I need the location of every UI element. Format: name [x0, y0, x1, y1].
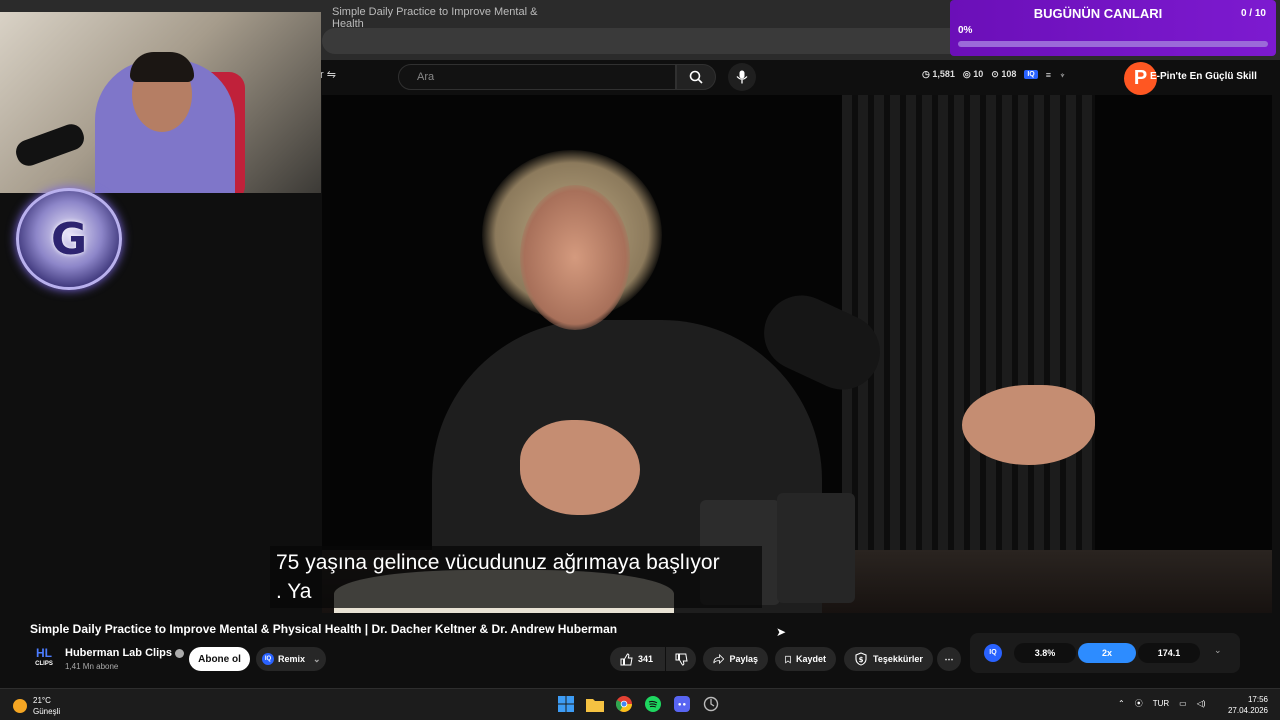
dislike-button[interactable]	[666, 647, 696, 671]
caption-line: 75 yaşına gelince vücudunuz ağrımaya baş…	[276, 551, 720, 574]
chevron-down-icon: ⌄	[313, 653, 321, 664]
thanks-icon: $	[855, 652, 867, 666]
windows-icon[interactable]	[556, 694, 576, 714]
goal-title: BUGÜNÜN CANLARI	[1033, 6, 1163, 21]
search-button[interactable]	[676, 64, 716, 90]
chevron-up-icon[interactable]: ⌃	[1118, 699, 1125, 708]
taskbar-apps	[556, 694, 721, 714]
clock-stat: ◷ 1,581	[922, 69, 955, 79]
iq-value-3[interactable]: 174.1	[1138, 643, 1200, 663]
mic-icon	[736, 70, 748, 84]
share-label: Paylaş	[729, 654, 758, 664]
captions: 75 yaşına gelince vücudunuz ağrımaya baş…	[270, 546, 762, 608]
weather-description: Güneşli	[33, 707, 61, 716]
ticker-text: E-Pin'te En Güçlü Skill	[1150, 71, 1257, 82]
time: 17:56	[1247, 695, 1268, 704]
goal-progress-bar	[958, 41, 1268, 47]
like-button[interactable]: 341	[610, 647, 665, 671]
discord-icon[interactable]	[672, 694, 692, 714]
channel-logo-sub: CLIPS	[35, 661, 53, 667]
volume-icon[interactable]: ◁)	[1197, 699, 1206, 708]
remix-button[interactable]: IQ Remix ⌄	[256, 647, 326, 671]
caption-line: . Ya	[276, 580, 312, 603]
system-tray: ⌃ ⦿ TUR ▭ ◁)	[1118, 698, 1206, 709]
bookmark-icon	[785, 655, 791, 664]
voice-search-button[interactable]	[728, 63, 756, 91]
iq-panel: IQ 3.8% 2x 174.1 ⌄	[970, 633, 1240, 673]
save-button[interactable]: Kaydet	[775, 647, 836, 671]
spotify-icon[interactable]	[643, 694, 663, 714]
monitor-icon[interactable]: ▭	[1179, 699, 1187, 708]
chevron-down-icon[interactable]: ⌄	[1214, 645, 1222, 656]
count-stat: ⊙ 108	[991, 69, 1017, 79]
video-title: Simple Daily Practice to Improve Mental …	[30, 622, 618, 636]
like-icon	[620, 652, 633, 665]
svg-text:$: $	[859, 656, 864, 664]
share-button[interactable]: Paylaş	[703, 647, 768, 671]
goal-count: 0 / 10	[1240, 8, 1266, 19]
filter-icon[interactable]: r ⇋	[320, 68, 336, 81]
search-input[interactable]: Ara	[398, 64, 676, 90]
iq-badge[interactable]: IQ	[1024, 70, 1038, 79]
mic-icon[interactable]: ⦿	[1135, 698, 1143, 709]
save-label: Kaydet	[795, 654, 826, 664]
dislike-icon	[675, 653, 688, 666]
like-count: 341	[638, 654, 654, 664]
thanks-button[interactable]: $ Teşekkürler	[844, 647, 933, 671]
goal-percent: 0%	[958, 25, 973, 36]
streamer-hair	[130, 52, 194, 82]
explorer-icon[interactable]	[585, 694, 605, 714]
clock[interactable]: 17:56 27.04.2026	[1226, 694, 1268, 716]
search-icon	[689, 70, 703, 84]
goal-widget: BUGÜNÜN CANLARI 0 / 10 0%	[950, 0, 1276, 56]
subscriber-count: 1,41 Mn abone	[65, 662, 119, 671]
more-actions-button[interactable]: ⋯	[937, 647, 961, 671]
verified-icon	[174, 648, 184, 658]
chrome-icon[interactable]	[614, 694, 634, 714]
list-icon[interactable]: ≡	[1046, 70, 1051, 80]
date: 27.04.2026	[1227, 706, 1268, 715]
speaker-face	[520, 185, 630, 330]
extension-stats: ◷ 1,581 ◎ 10 ⊙ 108 IQ ≡ ♆	[922, 69, 1066, 80]
speaker-hand-left	[520, 420, 640, 515]
remix-label: Remix	[278, 654, 306, 664]
mug	[777, 493, 855, 603]
channel-name[interactable]: Huberman Lab Clips	[65, 647, 184, 659]
iq-icon: IQ	[262, 653, 274, 665]
iq-value-1[interactable]: 3.8%	[1014, 643, 1076, 663]
taskbar: 21°C Güneşli ⌃ ⦿ TUR ▭ ◁) 17:56 27.04.20…	[0, 688, 1280, 720]
temperature: 21°C	[33, 696, 51, 705]
stream-logo-letter: G	[50, 213, 88, 265]
sun-icon[interactable]	[13, 699, 27, 713]
app-icon[interactable]	[701, 694, 721, 714]
iq-icon[interactable]: IQ	[984, 644, 1002, 662]
video-player[interactable]	[322, 95, 1272, 613]
speaker-hand-right	[962, 385, 1095, 465]
subscribe-button[interactable]: Abone ol	[189, 647, 250, 671]
streamer-microphone	[12, 120, 88, 170]
trophy-icon[interactable]: ♆	[1059, 70, 1066, 80]
weather-widget[interactable]: 21°C Güneşli	[33, 695, 60, 717]
channel-logo-text: HL	[36, 646, 52, 660]
language-indicator[interactable]: TUR	[1153, 699, 1169, 708]
thanks-label: Teşekkürler	[873, 654, 923, 664]
channel-logo[interactable]: HL CLIPS	[33, 647, 55, 669]
share-icon	[713, 653, 725, 665]
webcam-overlay	[0, 12, 321, 193]
mouse-cursor-icon: ➤	[776, 625, 787, 639]
stream-logo: G	[16, 188, 122, 290]
browser-tab[interactable]: Simple Daily Practice to Improve Mental …	[322, 0, 562, 30]
iq-speed-value[interactable]: 2x	[1078, 643, 1136, 663]
views-stat: ◎ 10	[962, 69, 984, 79]
